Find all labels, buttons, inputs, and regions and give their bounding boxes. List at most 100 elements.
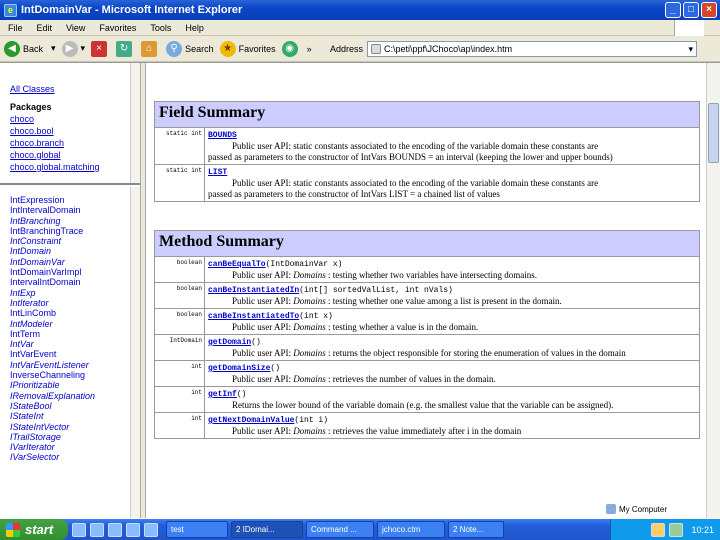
class-link[interactable]: IntConstraint [10, 236, 140, 246]
class-link[interactable]: IntervalIntDomain [10, 277, 140, 287]
task-notepad[interactable]: 2 Note... [448, 521, 504, 538]
quicklaunch-desktop-icon[interactable] [90, 522, 104, 537]
tray-volume-icon[interactable] [669, 522, 684, 537]
home-icon[interactable]: ⌂ [141, 40, 158, 57]
toolbar-overflow-chevron[interactable]: » [307, 44, 312, 54]
back-arrow-icon: ◀ [4, 40, 20, 57]
task-command[interactable]: Command ... [306, 521, 374, 538]
method-signature: (IntDomainVar x) [265, 260, 343, 269]
classes-frame: IntExpression IntIntervalDomain IntBranchi… [0, 187, 140, 518]
scroll-thumb[interactable] [708, 103, 719, 163]
class-link[interactable]: IntExpression [10, 195, 140, 205]
media-icon[interactable]: ◉ [281, 40, 298, 57]
task-ie[interactable]: 2 IDomai... [231, 521, 303, 538]
address-dropdown-icon[interactable]: ▾ [689, 44, 694, 55]
back-button[interactable]: ◀ Back ▾ [4, 40, 56, 57]
method-name-link[interactable]: getDomain [208, 338, 251, 347]
stop-icon[interactable]: × [91, 40, 108, 57]
package-link[interactable]: choco.global [10, 149, 140, 161]
clock[interactable]: 10:21 [691, 525, 714, 535]
class-link[interactable]: IntBranchingTrace [10, 226, 140, 236]
quicklaunch-ie-icon[interactable] [72, 522, 86, 537]
task-jchoco[interactable]: jchoco.ctm [377, 521, 445, 538]
field-name-link[interactable]: LIST [208, 168, 227, 177]
class-link[interactable]: IntDomainVar [10, 257, 140, 267]
method-name-link[interactable]: canBeEqualTo [208, 260, 266, 269]
forward-button[interactable]: ▶ ▾ [61, 40, 86, 57]
class-link[interactable]: IStateInt [10, 411, 140, 421]
class-link[interactable]: IntVarEventListener [10, 360, 140, 370]
refresh-icon[interactable]: ↻ [116, 40, 133, 57]
method-row: boolean canBeEqualTo(IntDomainVar x) Publi… [154, 256, 700, 283]
class-link[interactable]: IntModeler [10, 319, 140, 329]
tray-network-icon[interactable] [651, 522, 666, 537]
field-desc-line2: passed as parameters to the constructor … [208, 189, 500, 199]
address-input[interactable]: C:\peti\ppf\JChoco\ap\index.htm ▾ [367, 41, 698, 57]
forward-dropdown-icon[interactable]: ▾ [81, 43, 86, 54]
classes-scrollbar[interactable] [130, 187, 140, 518]
quicklaunch-cmd-icon[interactable] [126, 522, 140, 537]
method-name-link[interactable]: getNextDomainValue [208, 416, 294, 425]
class-link[interactable]: IStateIntVector [10, 422, 140, 432]
class-link[interactable]: IntLinComb [10, 308, 140, 318]
method-description-cell: canBeInstantiatedIn(int[] sortedValList,… [204, 282, 700, 309]
minimize-button[interactable]: _ [665, 2, 681, 18]
menu-help[interactable]: Help [185, 23, 204, 33]
all-classes-link[interactable]: All Classes [10, 83, 140, 95]
class-link[interactable]: IntBranching [10, 216, 140, 226]
title-bar[interactable]: e IntDomainVar - Microsoft Internet Expl… [0, 0, 720, 20]
class-link[interactable]: IntVarEvent [10, 349, 140, 359]
field-description-cell: LIST Public user API: static constants as… [204, 164, 700, 202]
class-link[interactable]: IStateBool [10, 401, 140, 411]
menu-view[interactable]: View [66, 23, 85, 33]
maximize-button[interactable]: □ [683, 2, 699, 18]
windows-flag-icon [674, 20, 704, 36]
main-scrollbar[interactable] [706, 63, 720, 518]
class-link[interactable]: IVarIterator [10, 442, 140, 452]
class-doc-frame: Field Summary static int BOUNDS Public use… [146, 63, 720, 518]
method-name-link[interactable]: getDomainSize [208, 364, 270, 373]
class-link[interactable]: IntDomainVarImpl [10, 267, 140, 277]
menu-favorites[interactable]: Favorites [99, 23, 136, 33]
quicklaunch-explorer-icon[interactable] [108, 522, 122, 537]
package-link[interactable]: choco.global.matching [10, 161, 140, 173]
packages-frame: All Classes Packages choco choco.bool choc… [0, 63, 140, 185]
class-link[interactable]: IntDomain [10, 246, 140, 256]
class-link[interactable]: ITrailStorage [10, 432, 140, 442]
class-link[interactable]: IVarSelector [10, 452, 140, 462]
menu-tools[interactable]: Tools [150, 23, 171, 33]
field-name-link[interactable]: BOUNDS [208, 131, 237, 140]
menu-file[interactable]: File [8, 23, 23, 33]
method-name-link[interactable]: getInf [208, 390, 237, 399]
method-name-link[interactable]: canBeInstantiatedTo [208, 312, 299, 321]
search-icon: ⚲ [166, 40, 183, 57]
packages-scrollbar[interactable] [130, 63, 140, 183]
window-title: IntDomainVar - Microsoft Internet Explor… [21, 4, 243, 16]
package-link[interactable]: choco [10, 113, 140, 125]
class-link[interactable]: IntIterator [10, 298, 140, 308]
method-description: Public user API: Domains : testing wheth… [232, 322, 479, 332]
favorites-star-icon: ★ [219, 40, 236, 57]
menu-edit[interactable]: Edit [37, 23, 53, 33]
favorites-button[interactable]: ★ Favorites [219, 40, 276, 57]
method-signature: (int i) [294, 416, 329, 425]
method-row: int getDomainSize() Public user API: Domai… [154, 360, 700, 387]
method-row: boolean canBeInstantiatedIn(int[] sortedV… [154, 282, 700, 309]
class-link[interactable]: IntTerm [10, 329, 140, 339]
quicklaunch-notepad-icon[interactable] [144, 522, 158, 537]
task-test[interactable]: test [166, 521, 228, 538]
package-link[interactable]: choco.branch [10, 137, 140, 149]
class-link[interactable]: IPrioritizable [10, 380, 140, 390]
package-link[interactable]: choco.bool [10, 125, 140, 137]
back-dropdown-icon[interactable]: ▾ [51, 43, 56, 54]
class-link[interactable]: InverseChanneling [10, 370, 140, 380]
class-link[interactable]: IntIntervalDomain [10, 205, 140, 215]
class-link[interactable]: IntExp [10, 288, 140, 298]
method-name-link[interactable]: canBeInstantiatedIn [208, 286, 299, 295]
class-link[interactable]: IRemovalExplanation [10, 391, 140, 401]
field-description-cell: BOUNDS Public user API: static constants … [204, 127, 700, 165]
search-button[interactable]: ⚲ Search [166, 40, 214, 57]
start-button[interactable]: start [0, 519, 68, 540]
class-link[interactable]: IntVar [10, 339, 140, 349]
close-button[interactable]: × [701, 2, 717, 18]
